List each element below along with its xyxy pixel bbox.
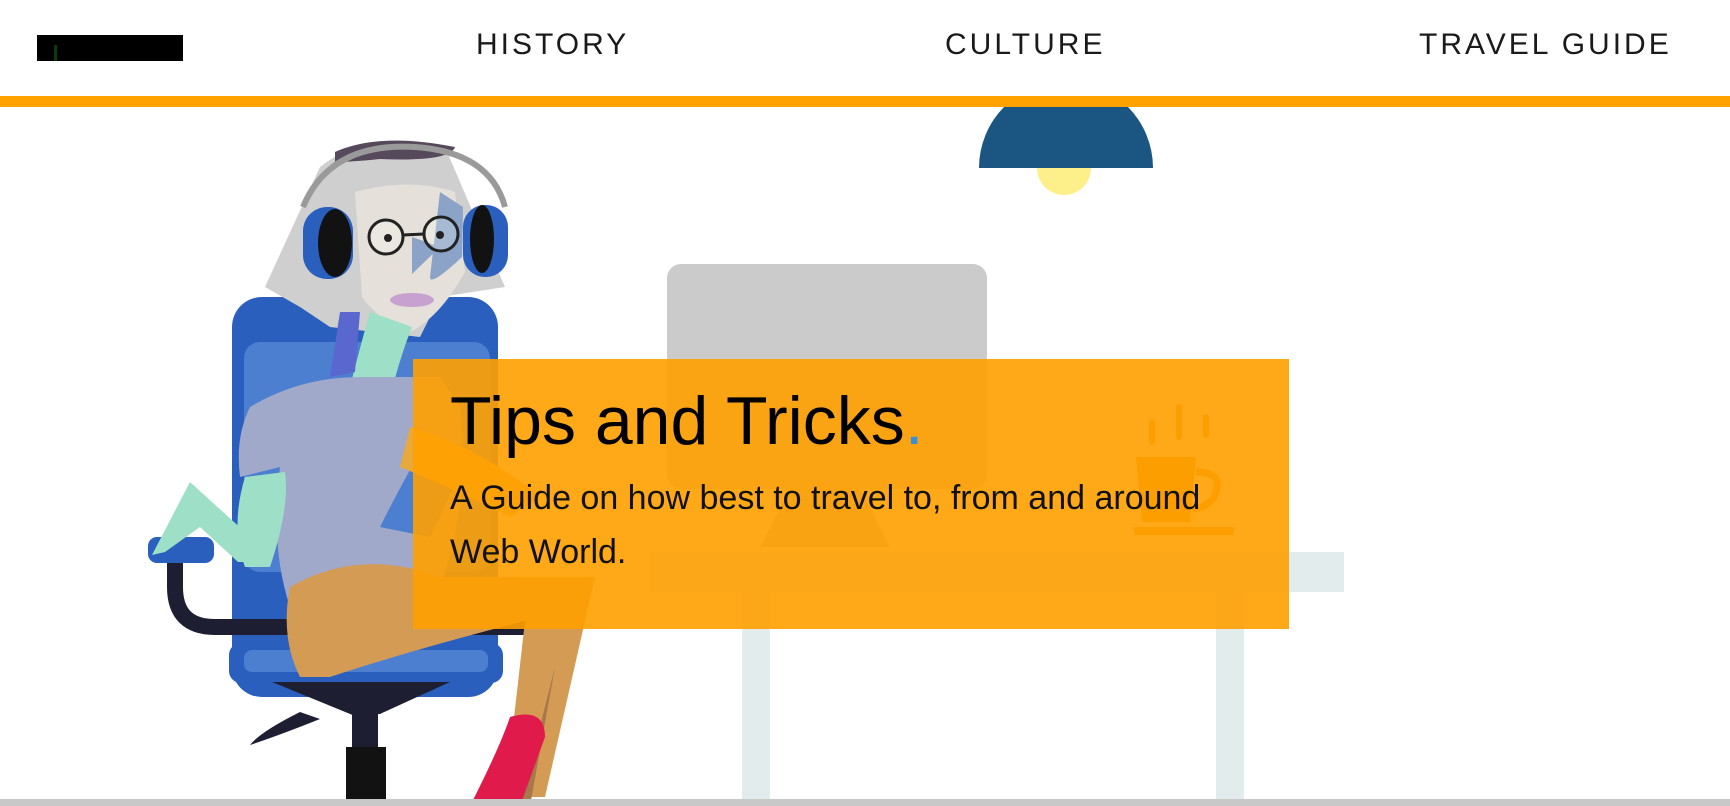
hero-title-text: Tips and Tricks <box>450 383 905 459</box>
logo-mark <box>54 45 57 61</box>
nav-link-history[interactable]: HISTORY <box>476 28 629 62</box>
top-navbar: HISTORY CULTURE TRAVEL GUIDE <box>0 0 1730 107</box>
ceiling-lamp <box>979 107 1153 195</box>
floor-line <box>0 799 1730 806</box>
hero-title: Tips and Tricks. <box>450 379 1253 463</box>
page: HISTORY CULTURE TRAVEL GUIDE Tips and Tr… <box>0 0 1730 806</box>
hero-title-dot: . <box>904 383 924 459</box>
site-logo[interactable] <box>37 35 183 61</box>
hero-section: Tips and Tricks. A Guide on how best to … <box>0 107 1730 806</box>
nav-link-travel-guide[interactable]: TRAVEL GUIDE <box>1419 28 1672 62</box>
hero-subtitle: A Guide on how best to travel to, from a… <box>450 479 1201 571</box>
nav-link-culture[interactable]: CULTURE <box>945 28 1105 62</box>
hero-card: Tips and Tricks. A Guide on how best to … <box>413 359 1289 629</box>
